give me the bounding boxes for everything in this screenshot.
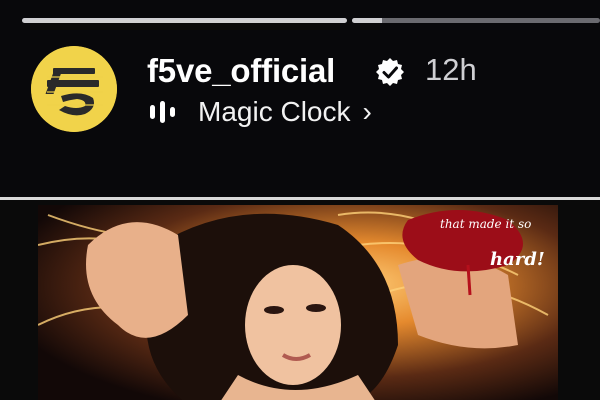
music-attribution[interactable]: Magic Clock › [150,94,372,130]
avatar[interactable] [31,46,117,132]
verified-badge-icon [376,58,404,86]
story-photo[interactable]: that made it so hard! [0,200,600,400]
username[interactable]: f5ve_official [147,52,335,90]
story-header: f5ve_official 12h Magic Clock › [0,0,600,197]
overlay-text-line-2: hard! [490,249,545,270]
story-progress-segment-2 [352,18,600,23]
story-progress-segment-1 [22,18,347,23]
post-time: 12h [425,52,477,87]
photo-image: that made it so hard! [38,205,558,400]
chevron-right-icon: › [362,96,372,127]
equalizer-icon [150,100,180,124]
story-viewer: f5ve_official 12h Magic Clock › that mad… [0,0,600,400]
f5ve-logo-icon [31,46,117,132]
overlay-text-line-1: that made it so [440,217,532,231]
music-label: Magic Clock [198,96,351,127]
photo-overlay-text: that made it so hard! [436,213,558,283]
